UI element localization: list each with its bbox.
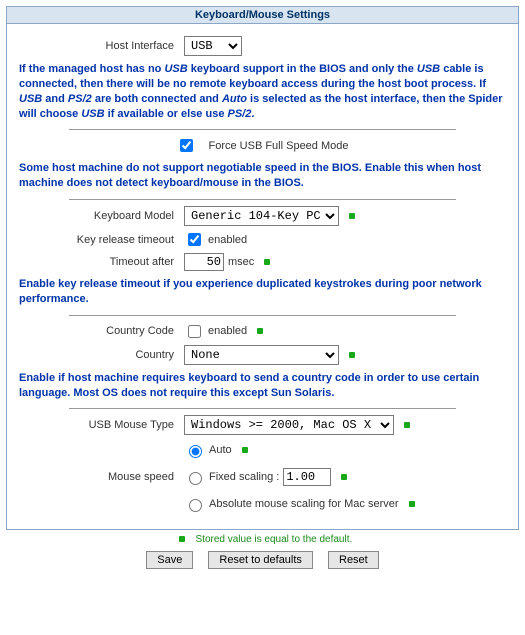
- mouse-speed-abs-radio[interactable]: [189, 499, 202, 512]
- reset-button[interactable]: Reset: [328, 551, 379, 569]
- country-code-checkbox[interactable]: [188, 325, 201, 338]
- settings-panel: Keyboard/Mouse Settings Host Interface U…: [6, 6, 519, 530]
- mouse-speed-abs-label: Absolute mouse scaling for Mac server: [209, 498, 399, 510]
- country-help: Enable if host machine requires keyboard…: [19, 371, 506, 401]
- divider: [69, 199, 456, 200]
- force-usb-checkbox[interactable]: [180, 139, 193, 152]
- mouse-speed-label: Mouse speed: [19, 471, 184, 483]
- button-row: Save Reset to defaults Reset: [6, 551, 519, 569]
- panel-title: Keyboard/Mouse Settings: [7, 7, 518, 24]
- panel-content: Host Interface USB If the managed host h…: [7, 24, 518, 529]
- mouse-speed-fixed-radio[interactable]: [189, 472, 202, 485]
- mouse-type-label: USB Mouse Type: [19, 419, 184, 431]
- divider: [69, 315, 456, 316]
- default-indicator: [349, 352, 355, 358]
- mouse-speed-auto-label: Auto: [209, 444, 232, 456]
- default-indicator: [179, 536, 185, 542]
- country-code-label: Country Code: [19, 325, 184, 337]
- timeout-label: Timeout after: [19, 256, 184, 268]
- force-usb-label: Force USB Full Speed Mode: [208, 140, 348, 152]
- default-indicator: [264, 259, 270, 265]
- divider: [69, 408, 456, 409]
- reset-defaults-button[interactable]: Reset to defaults: [208, 551, 313, 569]
- country-select[interactable]: None: [184, 345, 339, 365]
- host-interface-help: If the managed host has no USB keyboard …: [19, 62, 506, 121]
- legend-text: Stored value is equal to the default.: [196, 534, 353, 545]
- default-indicator: [349, 213, 355, 219]
- mouse-type-select[interactable]: Windows >= 2000, Mac OS X: [184, 415, 394, 435]
- default-indicator: [341, 474, 347, 480]
- mouse-speed-fixed-input[interactable]: [283, 468, 331, 486]
- host-interface-select[interactable]: USB: [184, 36, 242, 56]
- keyboard-model-label: Keyboard Model: [19, 210, 184, 222]
- key-release-enabled-text: enabled: [208, 234, 247, 246]
- usb-speed-help: Some host machine do not support negotia…: [19, 161, 506, 191]
- key-release-help: Enable key release timeout if you experi…: [19, 277, 506, 307]
- host-interface-label: Host Interface: [19, 40, 184, 52]
- default-indicator: [242, 447, 248, 453]
- timeout-input[interactable]: [184, 253, 224, 271]
- keyboard-model-select[interactable]: Generic 104-Key PC: [184, 206, 339, 226]
- default-indicator: [404, 422, 410, 428]
- divider: [69, 129, 456, 130]
- country-code-enabled-text: enabled: [208, 325, 247, 337]
- timeout-unit: msec: [228, 256, 254, 268]
- default-indicator: [257, 328, 263, 334]
- mouse-speed-auto-radio[interactable]: [189, 445, 202, 458]
- legend-row: Stored value is equal to the default.: [6, 534, 519, 545]
- save-button[interactable]: Save: [146, 551, 193, 569]
- mouse-speed-fixed-label: Fixed scaling :: [209, 471, 279, 483]
- key-release-label: Key release timeout: [19, 234, 184, 246]
- country-label: Country: [19, 349, 184, 361]
- key-release-checkbox[interactable]: [188, 233, 201, 246]
- default-indicator: [409, 501, 415, 507]
